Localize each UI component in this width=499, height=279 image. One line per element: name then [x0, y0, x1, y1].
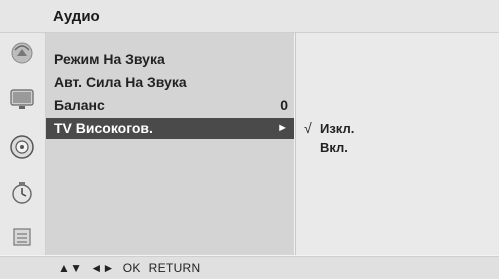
menu-item-label: Режим На Звука	[54, 51, 165, 67]
menu-item-balance[interactable]: Баланс 0	[46, 95, 294, 116]
picture-icon[interactable]	[8, 39, 36, 67]
options-icon[interactable]	[8, 223, 36, 251]
audio-menu-list: Режим На Звука Авт. Сила На Звука Баланс…	[46, 33, 294, 255]
option-label: Изкл.	[320, 121, 355, 136]
ok-hint: OK	[122, 261, 141, 275]
menu-item-tv-speaker[interactable]: TV Високогов. ►	[46, 118, 294, 139]
balance-value: 0	[280, 97, 288, 113]
navigation-hints: ▲▼ ◄► OK RETURN	[58, 261, 208, 275]
menu-item-label: Авт. Сила На Звука	[54, 74, 187, 90]
tv-speaker-submenu: √ Изкл. Вкл.	[295, 33, 499, 255]
option-label: Вкл.	[320, 140, 348, 155]
osd-menu-window: Аудио Режим На Звука Авт. Сила На Звука …	[0, 0, 499, 279]
menu-header: Аудио	[0, 0, 499, 33]
option-off[interactable]: √ Изкл.	[304, 119, 354, 137]
checkmark-icon: √	[304, 120, 312, 136]
option-on[interactable]: Вкл.	[304, 139, 348, 157]
audio-disc-icon[interactable]	[8, 133, 36, 161]
menu-item-auto-volume[interactable]: Авт. Сила На Звука	[46, 72, 294, 93]
menu-item-sound-mode[interactable]: Режим На Звука	[46, 49, 294, 70]
category-icon-column	[0, 33, 46, 255]
clock-icon[interactable]	[8, 179, 36, 207]
submenu-arrow-icon: ►	[277, 122, 288, 134]
tv-screen-icon[interactable]	[8, 85, 36, 113]
navigation-hint-bar: ▲▼ ◄► OK RETURN	[0, 256, 499, 279]
left-right-arrows-icon: ◄►	[90, 261, 115, 275]
menu-title: Аудио	[53, 8, 100, 25]
return-hint: RETURN	[148, 261, 201, 275]
up-down-arrows-icon: ▲▼	[58, 261, 83, 275]
menu-item-label: TV Високогов.	[54, 120, 153, 136]
menu-item-label: Баланс	[54, 97, 105, 113]
